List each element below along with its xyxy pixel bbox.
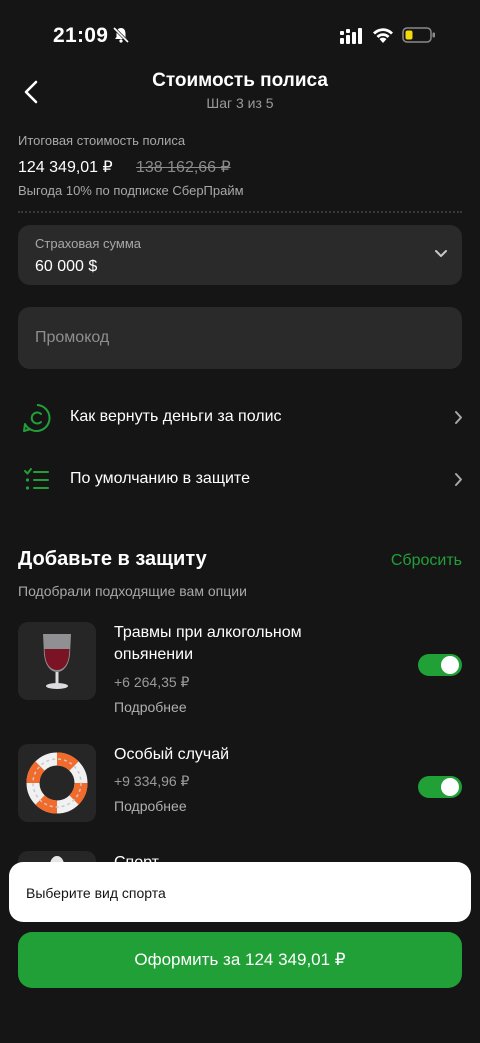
addon-details-link[interactable]: Подробнее [114, 699, 187, 715]
addons-subtitle: Подобрали подходящие вам опции [18, 583, 247, 599]
step-indicator: Шаг 3 из 5 [206, 95, 274, 111]
addon-thumbnail [18, 622, 96, 700]
lifebuoy-icon [26, 752, 88, 814]
reset-button[interactable]: Сбросить [391, 552, 462, 570]
addon-details-link[interactable]: Подробнее [114, 798, 187, 814]
page-title: Стоимость полиса [152, 70, 328, 91]
old-price: 138 162,66 ₽ [136, 159, 231, 176]
addon-title: Травмы при алкогольном опьянении [114, 624, 302, 663]
wifi-icon [373, 28, 393, 43]
chevron-right-icon [455, 473, 462, 486]
toast-text: Выберите вид спорта [26, 885, 166, 901]
chevron-right-icon [455, 411, 462, 424]
insured-sum-value: 60 000 $ [35, 258, 98, 275]
total-price: 124 349,01 ₽ [18, 159, 113, 176]
addon-option: Особый случай +9 334,96 ₽ Подробнее [0, 744, 480, 834]
discount-note: Выгода 10% по подписке СберПрайм [18, 183, 244, 198]
link-default-protection-label: По умолчанию в защите [70, 470, 250, 487]
promo-code-input[interactable]: Промокод [18, 307, 462, 369]
divider [18, 211, 462, 213]
checkout-button[interactable]: Оформить за 124 349,01 ₽ [18, 932, 462, 988]
addons-title: Добавьте в защиту [18, 548, 207, 570]
toggle-knob [441, 778, 459, 796]
cellular-signal-icon [340, 28, 362, 44]
status-time: 21:09 [53, 24, 109, 47]
addon-option: Травмы при алкогольном опьянении +6 264,… [0, 622, 480, 722]
battery-icon [402, 27, 435, 43]
checklist-icon [24, 468, 49, 490]
link-refund-label: Как вернуть деньги за полис [70, 408, 282, 425]
toast-notification: Выберите вид спорта [9, 862, 471, 922]
insured-sum-label: Страховая сумма [35, 236, 141, 251]
refund-icon [23, 404, 51, 432]
addon-toggle[interactable] [418, 654, 462, 676]
toggle-knob [441, 656, 459, 674]
total-cost-label: Итоговая стоимость полиса [18, 133, 186, 148]
addon-toggle[interactable] [418, 776, 462, 798]
insured-sum-select[interactable]: Страховая сумма 60 000 $ [18, 225, 462, 285]
addon-price: +6 264,35 ₽ [114, 674, 190, 690]
link-default-protection[interactable]: По умолчанию в защите [0, 455, 480, 505]
addon-price: +9 334,96 ₽ [114, 773, 190, 789]
wine-glass-icon [43, 634, 71, 689]
addon-thumbnail [18, 744, 96, 822]
addon-title: Особый случай [114, 746, 230, 763]
header: Стоимость полиса Шаг 3 из 5 [0, 64, 480, 124]
link-refund[interactable]: Как вернуть деньги за полис [0, 393, 480, 443]
status-bar: 21:09 [0, 0, 480, 70]
chevron-down-icon [435, 250, 447, 257]
promo-code-placeholder: Промокод [35, 329, 110, 346]
bell-muted-icon [112, 26, 130, 44]
